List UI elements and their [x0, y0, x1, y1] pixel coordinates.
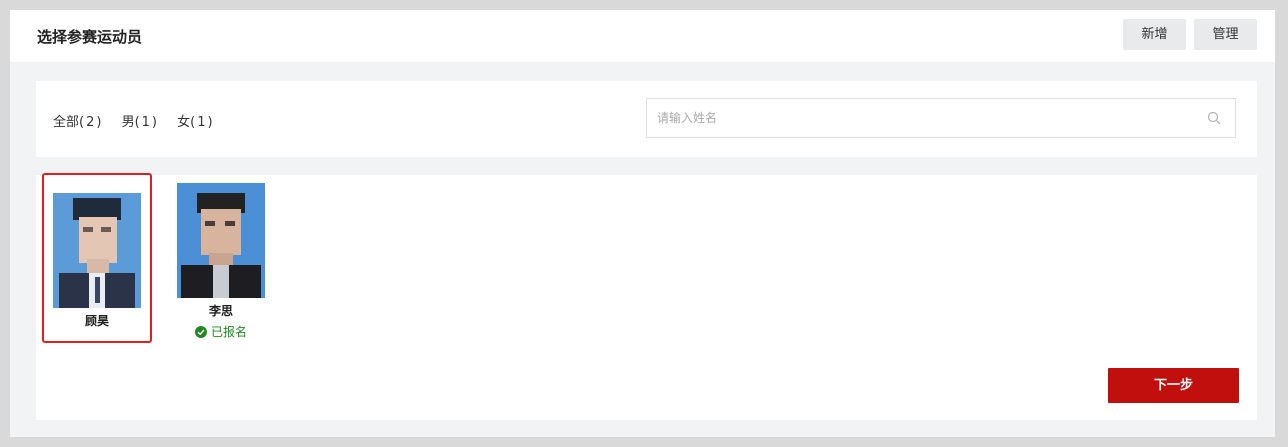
search-input[interactable] [647, 99, 1207, 137]
tab-all-count: (2) [79, 115, 104, 130]
tab-female[interactable]: 女(1) [177, 111, 214, 130]
add-button[interactable]: 新增 [1123, 19, 1186, 50]
athlete-list: 顾昊 李思 已报名 下一步 [36, 173, 1257, 420]
search-box [646, 98, 1236, 138]
check-circle-icon [194, 325, 207, 338]
tab-male-count: (1) [134, 115, 160, 130]
manage-button[interactable]: 管理 [1194, 19, 1257, 50]
filter-bar: 全部(2) 男(1) 女(1) [36, 81, 1257, 157]
status-text: 已报名 [210, 325, 247, 339]
tab-all[interactable]: 全部(2) [53, 111, 103, 130]
athlete-photo [177, 183, 265, 298]
athlete-name: 李思 [208, 304, 233, 318]
tab-male-label: 男 [121, 115, 135, 130]
gender-filter-tabs: 全部(2) 男(1) 女(1) [53, 111, 229, 130]
tab-female-count: (1) [190, 115, 215, 130]
tab-all-label: 全部 [53, 115, 80, 130]
tab-male[interactable]: 男(1) [122, 111, 159, 130]
athlete-selection-panel: 选择参赛运动员 新增 管理 全部(2) 男(1) 女(1) 请输入姓名 顾昊 李… [10, 10, 1275, 437]
athlete-photo [53, 193, 141, 308]
registered-status: 已报名 [166, 323, 276, 340]
next-step-button[interactable]: 下一步 [1108, 368, 1239, 403]
athlete-card[interactable]: 李思 已报名 [166, 183, 276, 340]
tab-female-label: 女 [177, 115, 191, 130]
page-title: 选择参赛运动员 [37, 28, 143, 46]
panel-header: 选择参赛运动员 新增 管理 [10, 10, 1275, 62]
athlete-name: 顾昊 [84, 314, 109, 328]
athlete-card[interactable]: 顾昊 [42, 173, 152, 343]
search-icon[interactable] [1207, 111, 1221, 125]
